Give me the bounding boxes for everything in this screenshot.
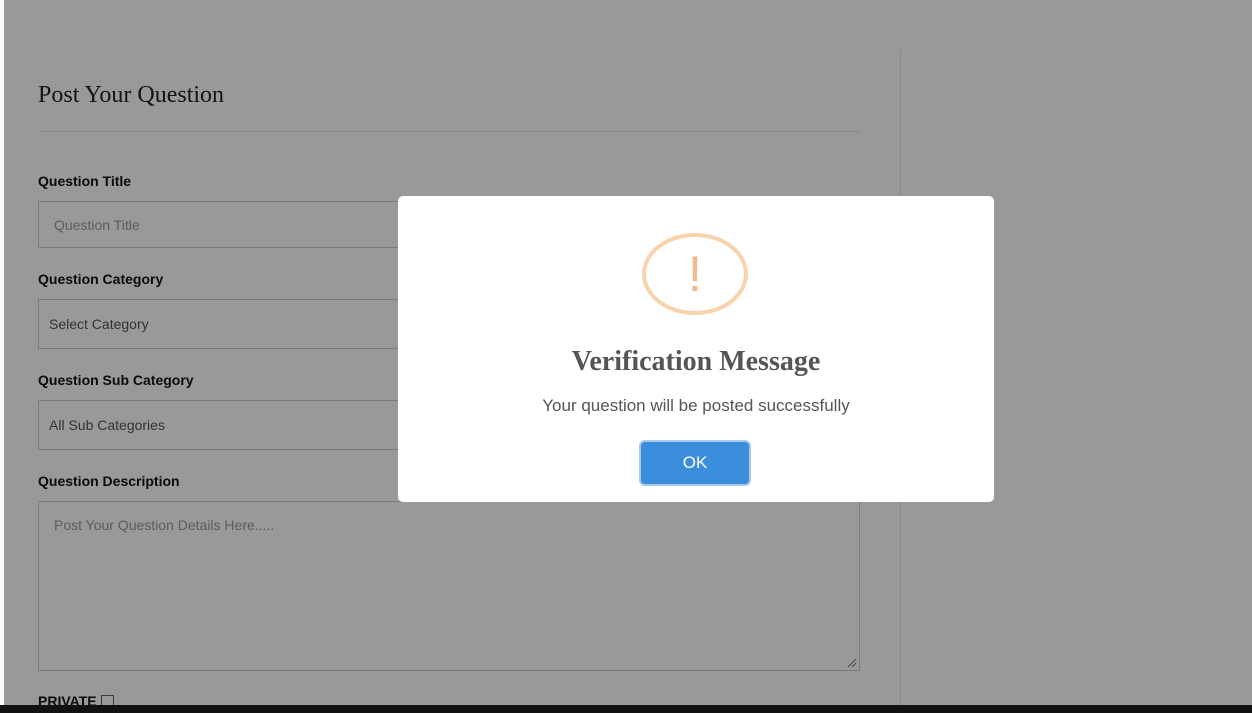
ok-button[interactable]: OK [641,442,749,484]
bottom-edge [0,705,1252,713]
left-edge [0,0,4,705]
warning-icon: ! [642,233,748,315]
dialog-message: Your question will be posted successfull… [542,396,850,415]
exclamation-icon: ! [688,246,702,302]
verification-dialog: ! Verification Message Your question wil… [398,196,994,502]
dialog-title: Verification Message [571,346,821,377]
